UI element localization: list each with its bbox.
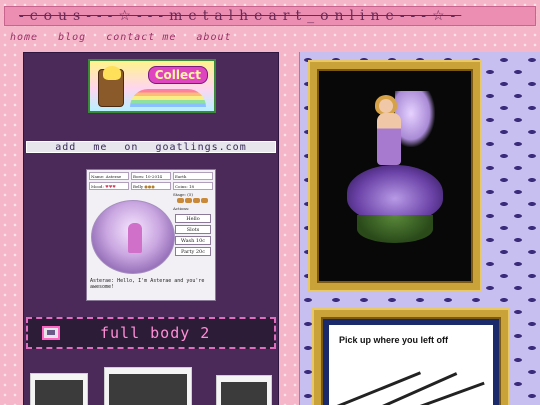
wash-button[interactable]: Wash 10c <box>175 236 211 245</box>
goat-name-cell: Name: Asterae <box>89 172 129 180</box>
polaroid-photo[interactable] <box>216 375 272 405</box>
goat-type-value: Earth <box>175 174 187 179</box>
left-column: Collect add me on goatlings.com Name: As… <box>23 52 279 405</box>
goat-coins-value: 18 <box>189 184 195 189</box>
computer-icon <box>42 326 60 340</box>
fairy-wings-image <box>395 91 435 147</box>
add-me-text: add me on goatlings.com <box>55 141 247 153</box>
top-nav: home blog contact me about <box>10 32 232 43</box>
goat-row-stats: Mood: ♥♥♥ Belly ●●● Coins: 18 <box>89 182 213 190</box>
fairy-body-image <box>377 113 401 165</box>
goat-actions: Hello Slots Wash 10c Party 20c <box>175 214 211 256</box>
photo-image <box>221 382 267 405</box>
goat-born-label: Born: <box>133 174 145 179</box>
goat-born-cell: Born: 10-2014 <box>131 172 171 180</box>
goat-mood-cell: Mood: ♥♥♥ <box>89 182 129 190</box>
photo-image <box>109 374 187 405</box>
polaroid-photo[interactable] <box>104 367 192 405</box>
collect-label: Collect <box>147 66 208 84</box>
goat-type-cell: Earth <box>173 172 213 180</box>
sign-text: Pick up where you left off <box>339 335 449 345</box>
nav-blog-link[interactable]: blog <box>58 32 86 43</box>
nav-about-link[interactable]: about <box>196 32 231 43</box>
goat-coins-label: Coins: <box>175 184 188 189</box>
leaves-image <box>357 215 433 243</box>
slots-button[interactable]: Slots <box>175 225 211 234</box>
goat-name-value: Asterae <box>105 174 122 179</box>
goatling-pet-card: Name: Asterae Born: 10-2014 Earth Mood: … <box>86 169 216 301</box>
right-column: Pick up where you left off <box>299 52 540 405</box>
food-icons: ●●● <box>144 184 155 189</box>
fairy-pet-figure <box>128 223 142 253</box>
goat-coins-cell: Coins: 18 <box>173 182 213 190</box>
sign-card: Pick up where you left off <box>329 325 493 405</box>
sword-icon <box>336 371 422 405</box>
goat-actions-label: Actions: <box>173 206 190 211</box>
nav-contact-link[interactable]: contact me <box>106 32 176 43</box>
goat-row-name: Name: Asterae Born: 10-2014 Earth <box>89 172 213 180</box>
full-body-label: full body 2 <box>100 324 211 342</box>
goat-stage-label: Stage: (5) <box>173 192 193 197</box>
full-body-banner[interactable]: full body 2 <box>26 317 276 349</box>
collect-banner[interactable]: Collect <box>88 59 216 113</box>
goat-mood-label: Mood: <box>91 184 104 189</box>
site-title-bar: -cous---☆---metalheart_online---☆- <box>4 6 536 26</box>
goat-belly-cell: Belly ●●● <box>131 182 171 190</box>
goat-pet-image <box>91 200 175 274</box>
goat-belly-label: Belly <box>133 184 144 189</box>
sword-icon <box>408 381 485 405</box>
fairy-figurine-picture-frame <box>310 62 480 290</box>
item-icon <box>201 198 208 203</box>
swords-picture-frame: Pick up where you left off <box>314 310 508 405</box>
item-icon <box>177 198 184 203</box>
critter-mascot-image <box>98 66 124 107</box>
item-icon <box>185 198 192 203</box>
fairy-head-image <box>379 99 393 113</box>
site-title: -cous---☆---metalheart_online---☆- <box>19 8 462 24</box>
item-icon <box>193 198 200 203</box>
polaroid-photo[interactable] <box>30 373 88 405</box>
heart-icons: ♥♥♥ <box>105 184 116 189</box>
hello-button[interactable]: Hello <box>175 214 211 223</box>
goat-name-label: Name: <box>91 174 105 179</box>
goat-born-value: 10-2014 <box>145 174 163 179</box>
add-me-banner[interactable]: add me on goatlings.com <box>26 141 276 153</box>
nav-home-link[interactable]: home <box>10 32 38 43</box>
party-button[interactable]: Party 20c <box>175 247 211 256</box>
goat-speech-text: Asterae: Hello, I'm Asterae and you're a… <box>90 278 205 290</box>
photo-image <box>35 380 83 405</box>
purple-flower-image <box>347 165 443 221</box>
rainbow-graphic <box>130 89 206 107</box>
